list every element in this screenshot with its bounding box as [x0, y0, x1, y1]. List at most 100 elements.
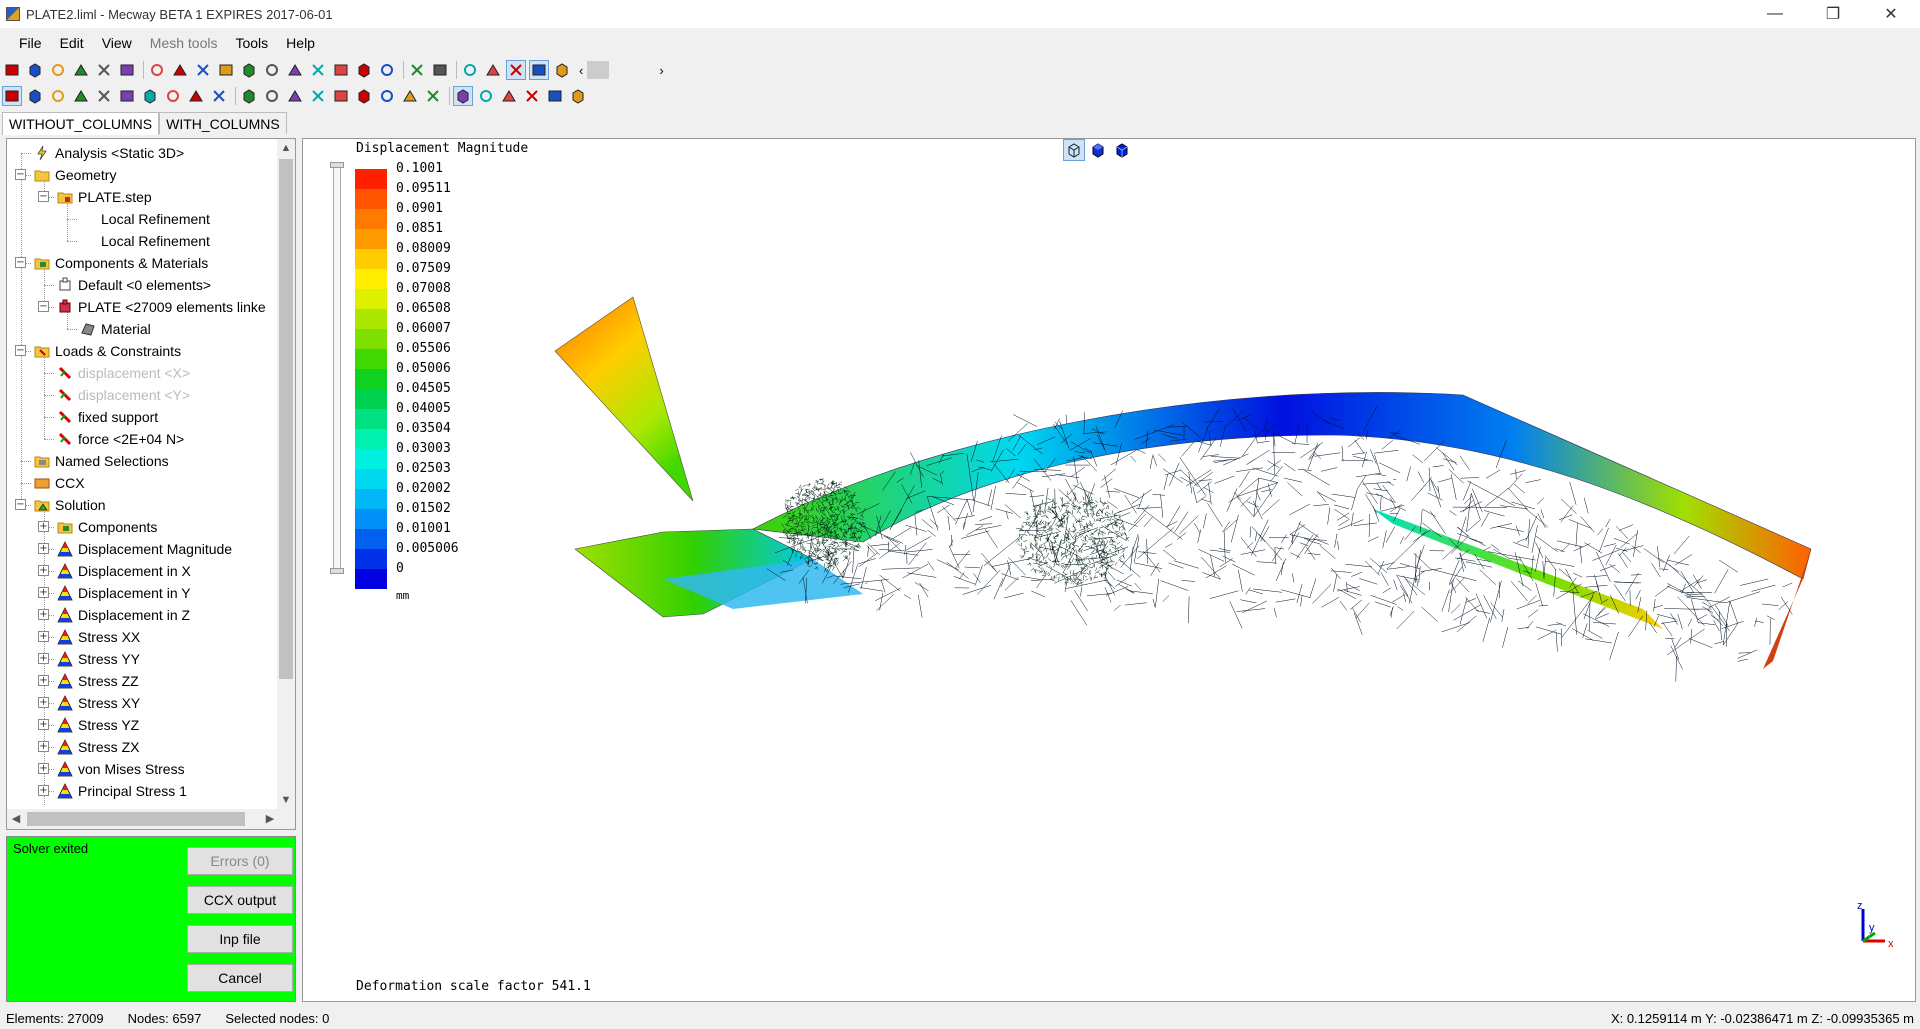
cancel-button[interactable]: Cancel — [187, 964, 293, 992]
tree-item[interactable]: force <2E+04 N> — [56, 428, 184, 450]
select-icon[interactable] — [2, 86, 22, 106]
tree-item[interactable]: Default <0 elements> — [56, 274, 211, 296]
triangle2-icon[interactable] — [423, 86, 443, 106]
wireframe-view-icon[interactable] — [1063, 139, 1085, 161]
legend-range-slider[interactable] — [330, 162, 344, 574]
ccx-output-button[interactable]: CCX output — [187, 886, 293, 914]
inp-file-button[interactable]: Inp file — [187, 925, 293, 953]
errors-button[interactable]: Errors (0) — [187, 847, 293, 875]
element2-icon[interactable] — [262, 86, 282, 106]
contour2-icon[interactable] — [476, 86, 496, 106]
points-icon[interactable] — [354, 86, 374, 106]
sphere-icon[interactable] — [163, 86, 183, 106]
tree-item[interactable]: fixed support — [56, 406, 158, 428]
slider-top-handle[interactable] — [330, 162, 344, 168]
redo-icon[interactable] — [94, 60, 114, 80]
select-face-icon[interactable] — [71, 86, 91, 106]
expand-icon[interactable]: + — [38, 675, 49, 686]
outline-tree[interactable]: Analysis <Static 3D> − Geometry − PLATE.step… — [7, 139, 277, 809]
expand-icon[interactable]: + — [38, 653, 49, 664]
expand-icon[interactable]: + — [38, 697, 49, 708]
zoom-icon[interactable] — [331, 60, 351, 80]
tree-item[interactable]: + Displacement in Z — [38, 604, 190, 626]
tree-item[interactable]: + Stress ZZ — [38, 670, 139, 692]
tree-item[interactable]: + Principal Stress 1 — [38, 780, 187, 802]
scroll-left-arrow-icon[interactable]: ◀ — [7, 809, 25, 829]
fe-mesh-render[interactable] — [303, 139, 1916, 1002]
toolbar-scroll-track[interactable] — [613, 61, 660, 79]
element-icon[interactable] — [239, 86, 259, 106]
view-bottom-icon[interactable] — [285, 60, 305, 80]
view-iso-icon[interactable] — [147, 60, 167, 80]
select-box-icon[interactable] — [117, 86, 137, 106]
deform-icon[interactable] — [499, 86, 519, 106]
tree-item[interactable]: + Displacement in X — [38, 560, 191, 582]
restore-button[interactable]: ❐ — [1804, 0, 1862, 28]
view-front-icon[interactable] — [170, 60, 190, 80]
tree-item[interactable]: − PLATE <27009 elements linke — [38, 296, 266, 318]
section-icon[interactable] — [430, 60, 450, 80]
layers-icon[interactable] — [117, 60, 137, 80]
tree-item[interactable]: − Components & Materials — [15, 252, 208, 274]
view-right-icon[interactable] — [239, 60, 259, 80]
shaded-edges-view-icon[interactable] — [1111, 139, 1133, 161]
tree-item[interactable]: + Displacement Magnitude — [38, 538, 232, 560]
expand-icon[interactable]: + — [38, 587, 49, 598]
tab-with_columns[interactable]: WITH_COLUMNS — [159, 112, 287, 134]
animate-icon[interactable] — [522, 86, 542, 106]
tree-item[interactable]: + Stress XX — [38, 626, 140, 648]
toolbar-scroller[interactable]: ‹ › — [579, 61, 664, 79]
expand-icon[interactable]: + — [38, 521, 49, 532]
scroll-up-arrow-icon[interactable]: ▲ — [277, 139, 295, 157]
expand-icon[interactable]: + — [38, 631, 49, 642]
expand-icon[interactable]: + — [38, 565, 49, 576]
menu-help[interactable]: Help — [277, 35, 324, 51]
tree-item[interactable]: displacement <Y> — [56, 384, 190, 406]
select-paint-icon[interactable] — [48, 86, 68, 106]
toolbar-scroll-thumb[interactable] — [587, 61, 610, 79]
collapse-icon[interactable]: − — [15, 345, 26, 356]
query-icon[interactable] — [377, 60, 397, 80]
tree-item[interactable]: + Stress YZ — [38, 714, 139, 736]
tree-item[interactable]: Material — [79, 318, 151, 340]
scroll-down-arrow-icon[interactable]: ▼ — [277, 791, 295, 809]
zoom-fit-icon[interactable] — [308, 60, 328, 80]
tree-item[interactable]: − Solution — [15, 494, 106, 516]
open-icon[interactable] — [25, 60, 45, 80]
cylinder-icon[interactable] — [285, 86, 305, 106]
toolbar-scroll-left-icon[interactable]: ‹ — [579, 63, 583, 78]
box-icon[interactable] — [140, 86, 160, 106]
triangle-icon[interactable] — [400, 86, 420, 106]
expand-icon[interactable]: + — [38, 609, 49, 620]
scroll-right-arrow-icon[interactable]: ▶ — [261, 809, 279, 829]
contour-icon[interactable] — [453, 86, 473, 106]
tree-item[interactable]: + von Mises Stress — [38, 758, 185, 780]
scrollbar-thumb[interactable] — [279, 159, 293, 679]
clip-icon[interactable] — [407, 60, 427, 80]
tree-item[interactable]: + Stress ZX — [38, 736, 139, 758]
tree-item[interactable]: CCX — [33, 472, 85, 494]
save-icon[interactable] — [48, 60, 68, 80]
sweep-icon[interactable] — [331, 86, 351, 106]
torus-icon[interactable] — [308, 86, 328, 106]
tree-item[interactable]: + Components — [38, 516, 157, 538]
tree-item[interactable]: − Loads & Constraints — [15, 340, 181, 362]
expand-icon[interactable]: + — [38, 543, 49, 554]
tree-item[interactable]: − Geometry — [15, 164, 116, 186]
wireframe-icon[interactable] — [529, 60, 549, 80]
scrollbar-thumb[interactable] — [27, 812, 245, 826]
shaded-icon[interactable] — [506, 60, 526, 80]
collapse-icon[interactable]: − — [38, 191, 49, 202]
menu-edit[interactable]: Edit — [51, 35, 93, 51]
graphics-viewport[interactable]: Displacement Magnitude 0.1001 0.09511 0.09… — [302, 138, 1916, 1002]
shaded-view-icon[interactable] — [1087, 139, 1109, 161]
menu-tools[interactable]: Tools — [226, 35, 277, 51]
view-back-icon[interactable] — [193, 60, 213, 80]
tree-item[interactable]: Local Refinement — [79, 208, 210, 230]
tree-item[interactable]: displacement <X> — [56, 362, 190, 384]
tree-item[interactable]: Local Refinement — [79, 230, 210, 252]
tree-item[interactable]: + Stress YY — [38, 648, 140, 670]
undo-icon[interactable] — [71, 60, 91, 80]
solid-icon[interactable] — [483, 60, 503, 80]
collapse-icon[interactable]: − — [15, 257, 26, 268]
